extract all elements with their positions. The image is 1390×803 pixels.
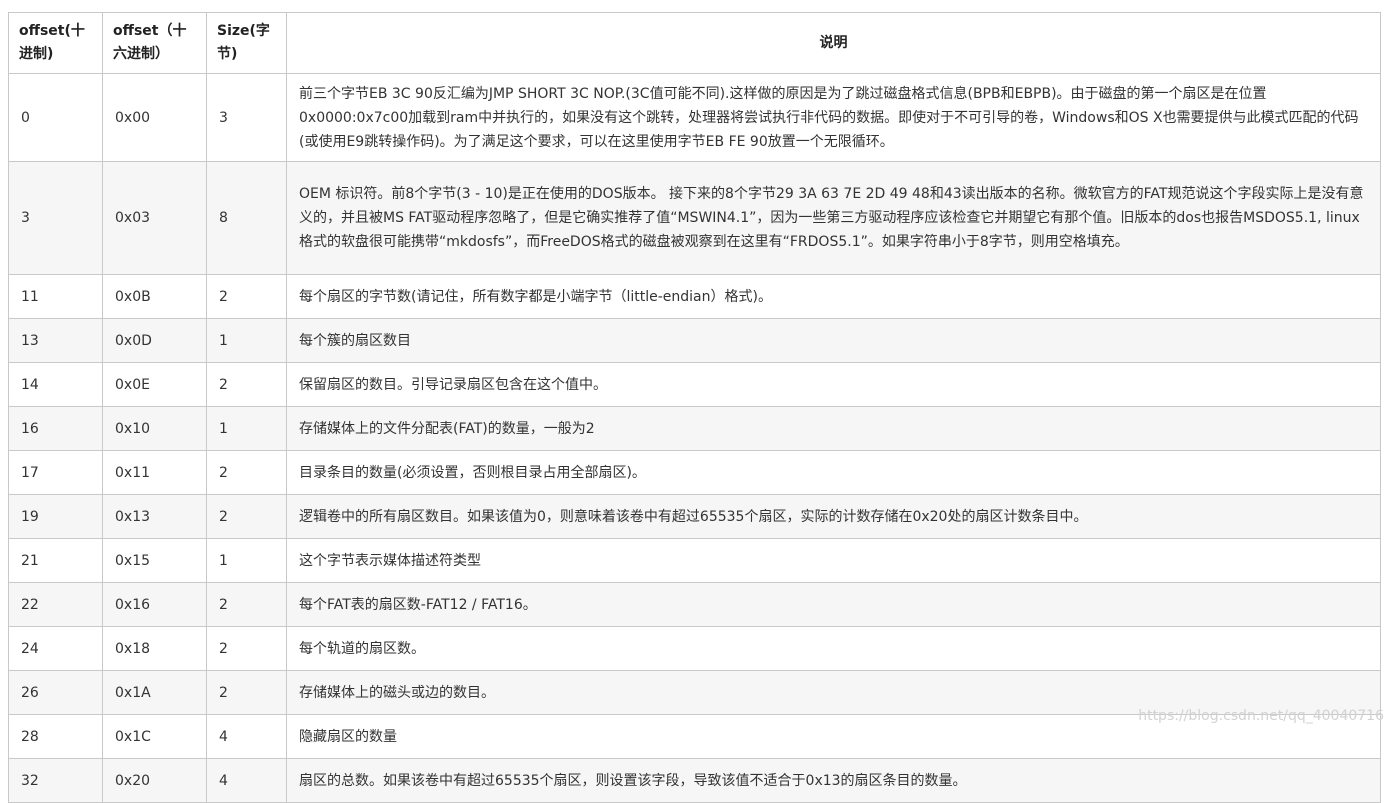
cell-offset-hex: 0x1A (102, 670, 207, 715)
table-container: offset(十进制) offset（十六进制） Size(字节) 说明 0 0… (8, 12, 1381, 803)
cell-description: 前三个字节EB 3C 90反汇编为JMP SHORT 3C NOP.(3C值可能… (286, 73, 1381, 162)
cell-size: 2 (206, 494, 287, 539)
cell-offset-dec: 13 (8, 318, 103, 363)
cell-offset-dec: 24 (8, 626, 103, 671)
cell-offset-hex: 0x18 (102, 626, 207, 671)
header-description: 说明 (286, 12, 1381, 74)
cell-size: 2 (206, 670, 287, 715)
watermark-text: https://blog.csdn.net/qq_40040716 (1138, 708, 1384, 724)
table-row: 21 0x15 1 这个字节表示媒体描述符类型 (8, 538, 1381, 583)
cell-description: 每个FAT表的扇区数-FAT12 / FAT16。 (286, 582, 1381, 627)
cell-description: 存储媒体上的文件分配表(FAT)的数量，一般为2 (286, 406, 1381, 451)
table-row: 0 0x00 3 前三个字节EB 3C 90反汇编为JMP SHORT 3C N… (8, 73, 1381, 162)
table-row: 3 0x03 8 OEM 标识符。前8个字节(3 - 10)是正在使用的DOS版… (8, 161, 1381, 275)
cell-offset-dec: 17 (8, 450, 103, 495)
cell-description: 每个簇的扇区数目 (286, 318, 1381, 363)
cell-offset-dec: 21 (8, 538, 103, 583)
cell-size: 1 (206, 538, 287, 583)
cell-offset-hex: 0x11 (102, 450, 207, 495)
cell-size: 2 (206, 582, 287, 627)
cell-offset-dec: 19 (8, 494, 103, 539)
cell-offset-hex: 0x1C (102, 714, 207, 759)
header-offset-dec: offset(十进制) (8, 12, 103, 74)
cell-offset-dec: 0 (8, 73, 103, 162)
cell-size: 2 (206, 362, 287, 407)
cell-offset-hex: 0x16 (102, 582, 207, 627)
cell-description: 目录条目的数量(必须设置，否则根目录占用全部扇区)。 (286, 450, 1381, 495)
cell-size: 4 (206, 714, 287, 759)
cell-offset-hex: 0x20 (102, 758, 207, 803)
cell-offset-dec: 16 (8, 406, 103, 451)
table-row: 14 0x0E 2 保留扇区的数目。引导记录扇区包含在这个值中。 (8, 362, 1381, 407)
header-row: offset(十进制) offset（十六进制） Size(字节) 说明 (8, 12, 1381, 74)
cell-size: 8 (206, 161, 287, 275)
cell-description: 这个字节表示媒体描述符类型 (286, 538, 1381, 583)
table-row: 17 0x11 2 目录条目的数量(必须设置，否则根目录占用全部扇区)。 (8, 450, 1381, 495)
cell-description: 扇区的总数。如果该卷中有超过65535个扇区，则设置该字段，导致该值不适合于0x… (286, 758, 1381, 803)
table-row: 22 0x16 2 每个FAT表的扇区数-FAT12 / FAT16。 (8, 582, 1381, 627)
cell-description: 保留扇区的数目。引导记录扇区包含在这个值中。 (286, 362, 1381, 407)
cell-size: 3 (206, 73, 287, 162)
cell-description: 逻辑卷中的所有扇区数目。如果该值为0，则意味着该卷中有超过65535个扇区，实际… (286, 494, 1381, 539)
table-row: 32 0x20 4 扇区的总数。如果该卷中有超过65535个扇区，则设置该字段，… (8, 758, 1381, 803)
table-row: 13 0x0D 1 每个簇的扇区数目 (8, 318, 1381, 363)
cell-description: 每个轨道的扇区数。 (286, 626, 1381, 671)
fat-bpb-table: offset(十进制) offset（十六进制） Size(字节) 说明 0 0… (8, 12, 1381, 803)
cell-offset-hex: 0x0B (102, 274, 207, 319)
cell-offset-dec: 32 (8, 758, 103, 803)
cell-size: 1 (206, 318, 287, 363)
cell-size: 4 (206, 758, 287, 803)
cell-offset-hex: 0x10 (102, 406, 207, 451)
table-row: 19 0x13 2 逻辑卷中的所有扇区数目。如果该值为0，则意味着该卷中有超过6… (8, 494, 1381, 539)
cell-offset-dec: 14 (8, 362, 103, 407)
cell-description: OEM 标识符。前8个字节(3 - 10)是正在使用的DOS版本。 接下来的8个… (286, 161, 1381, 275)
table-row: 24 0x18 2 每个轨道的扇区数。 (8, 626, 1381, 671)
cell-offset-hex: 0x03 (102, 161, 207, 275)
cell-size: 1 (206, 406, 287, 451)
cell-size: 2 (206, 450, 287, 495)
table-row: 11 0x0B 2 每个扇区的字节数(请记住，所有数字都是小端字节（little… (8, 274, 1381, 319)
cell-offset-hex: 0x13 (102, 494, 207, 539)
cell-offset-dec: 11 (8, 274, 103, 319)
cell-offset-hex: 0x0E (102, 362, 207, 407)
cell-offset-hex: 0x0D (102, 318, 207, 363)
cell-offset-dec: 3 (8, 161, 103, 275)
cell-offset-dec: 26 (8, 670, 103, 715)
cell-description: 每个扇区的字节数(请记住，所有数字都是小端字节（little-endian）格式… (286, 274, 1381, 319)
header-size: Size(字节) (206, 12, 287, 74)
cell-size: 2 (206, 274, 287, 319)
table-row: 16 0x10 1 存储媒体上的文件分配表(FAT)的数量，一般为2 (8, 406, 1381, 451)
cell-offset-dec: 22 (8, 582, 103, 627)
cell-offset-hex: 0x15 (102, 538, 207, 583)
cell-size: 2 (206, 626, 287, 671)
cell-offset-hex: 0x00 (102, 73, 207, 162)
cell-offset-dec: 28 (8, 714, 103, 759)
header-offset-hex: offset（十六进制） (102, 12, 207, 74)
